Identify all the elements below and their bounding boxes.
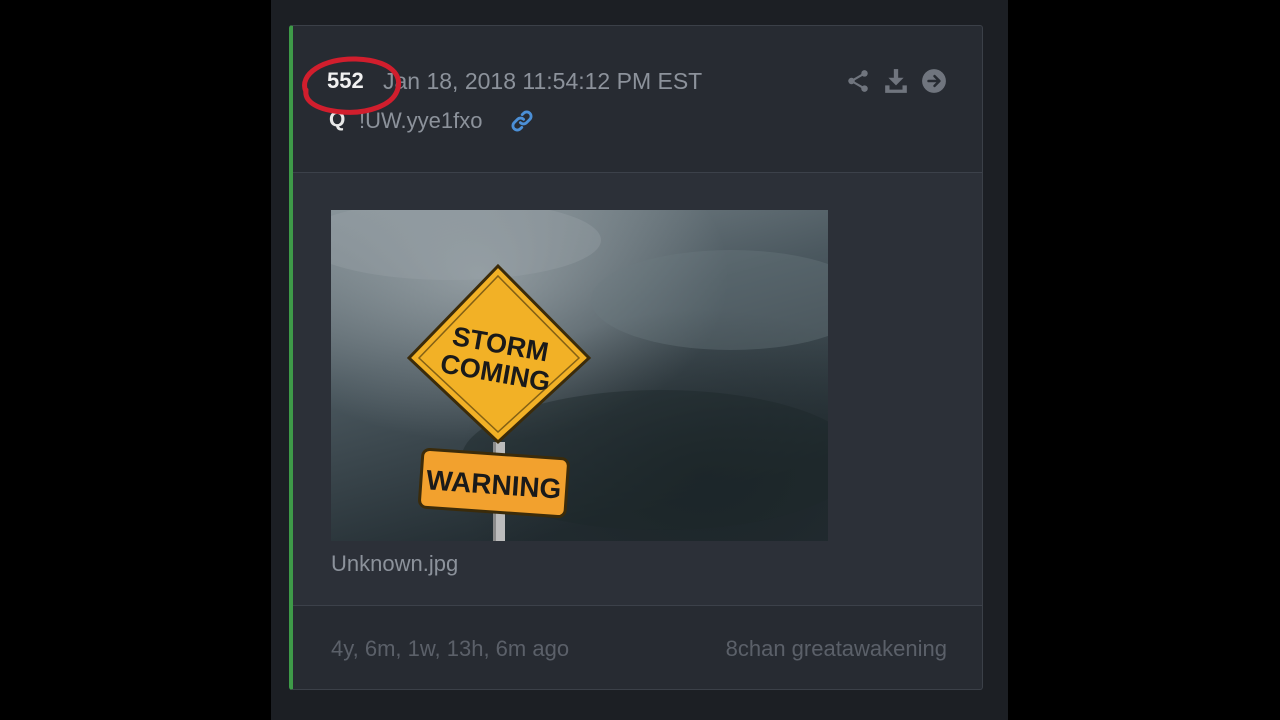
share-icon[interactable] bbox=[845, 68, 871, 94]
post-source[interactable]: 8chan greatawakening bbox=[726, 636, 947, 662]
link-icon[interactable] bbox=[509, 108, 535, 139]
attachment-filename[interactable]: Unknown.jpg bbox=[331, 551, 458, 577]
post-card: 552 Jan 18, 2018 11:54:12 PM EST Q !UW.y… bbox=[289, 25, 983, 690]
post-date: Jan 18, 2018 11:54:12 PM EST bbox=[383, 68, 703, 94]
post-header: 552 Jan 18, 2018 11:54:12 PM EST Q !UW.y… bbox=[293, 26, 982, 173]
relative-time: 4y, 6m, 1w, 13h, 6m ago bbox=[331, 636, 570, 661]
download-icon[interactable] bbox=[883, 68, 909, 94]
arrow-right-circle-icon[interactable] bbox=[921, 68, 947, 94]
post-body: STORM COMING WARNING Unknown.jpg bbox=[293, 173, 982, 606]
post-footer: 4y, 6m, 1w, 13h, 6m ago 8chan greatawake… bbox=[293, 606, 982, 690]
post-number[interactable]: 552 bbox=[327, 68, 364, 94]
attachment-image[interactable]: STORM COMING WARNING bbox=[331, 210, 828, 541]
tripcode: !UW.yye1fxo bbox=[359, 108, 483, 133]
author-name: Q bbox=[329, 108, 346, 131]
